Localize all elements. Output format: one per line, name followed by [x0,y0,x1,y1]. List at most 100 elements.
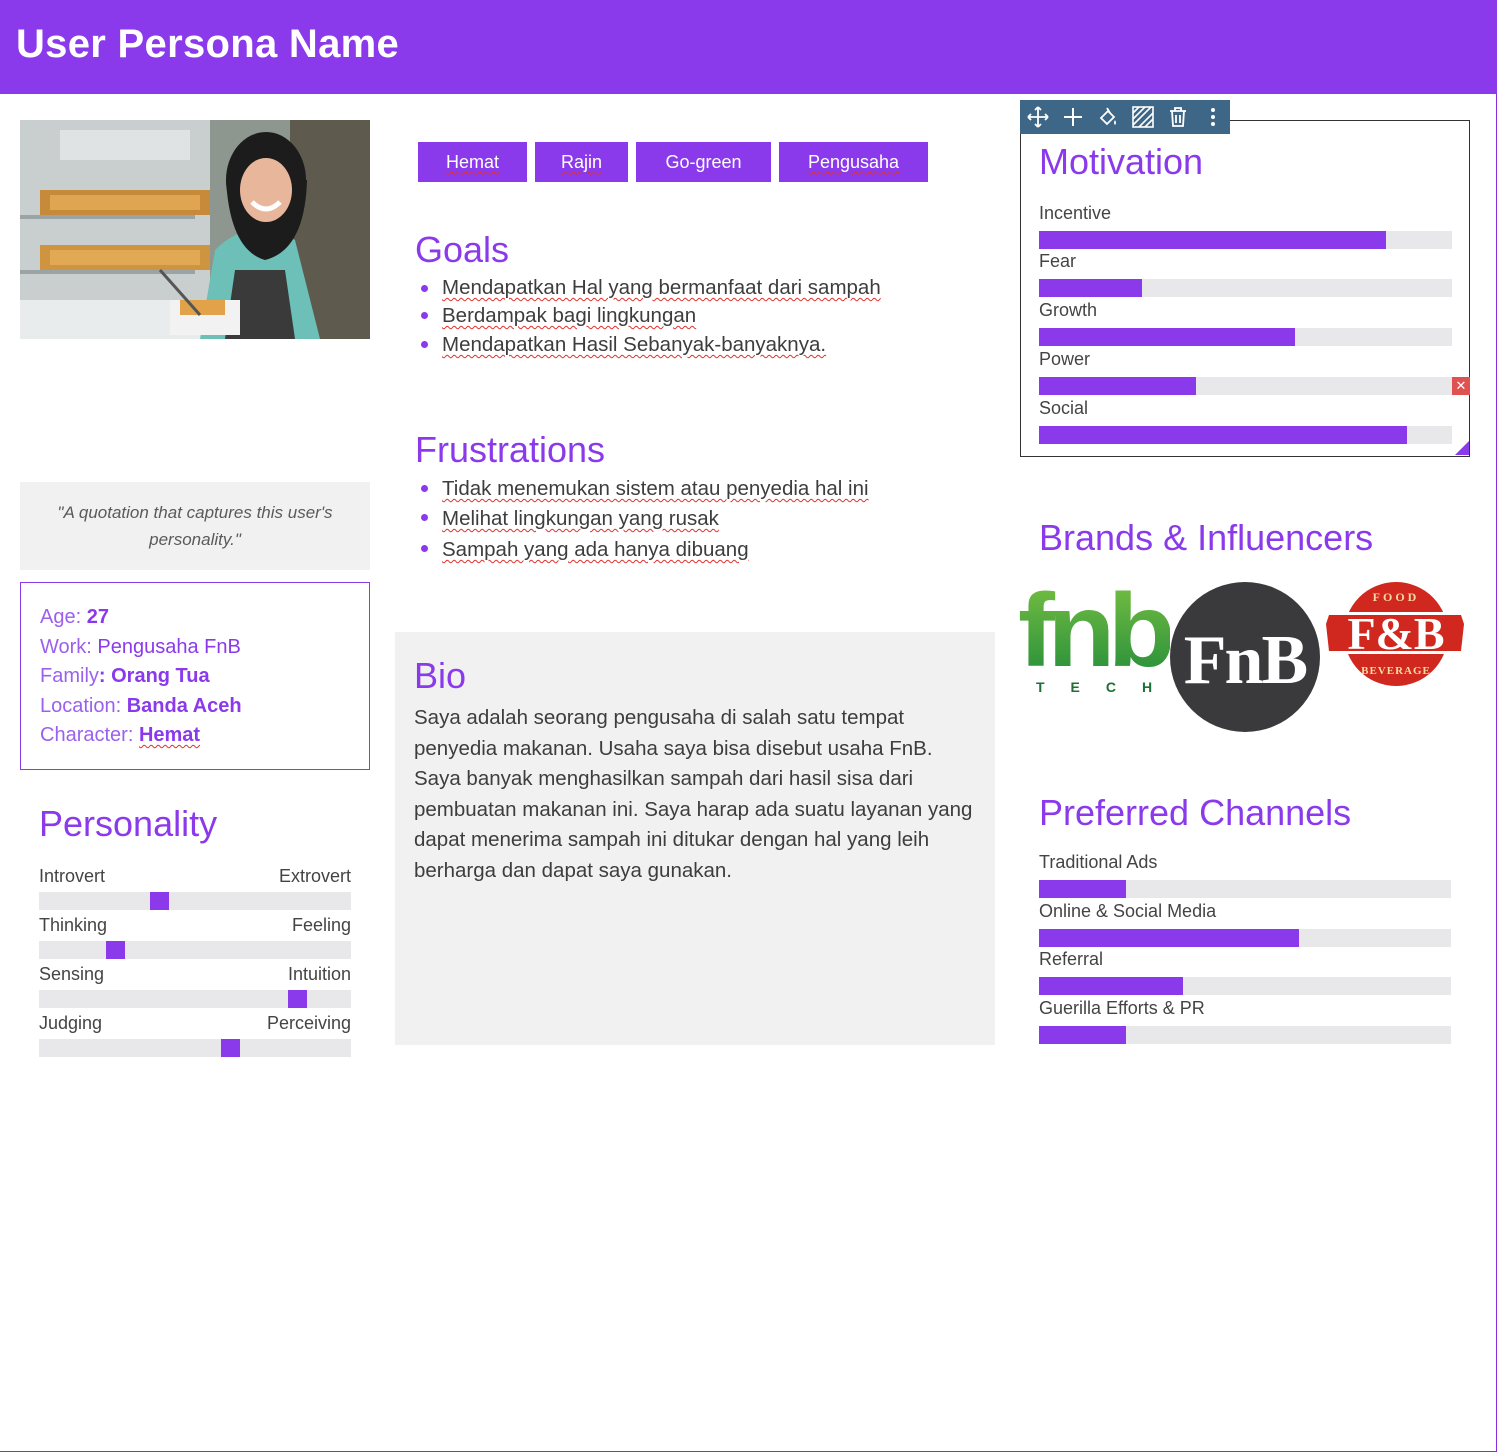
trait-slider-track[interactable] [39,941,351,959]
trait-slider-handle[interactable] [150,892,169,910]
detail-location-label: Location: [40,694,127,717]
tag-label: Pengusaha [807,151,900,172]
detail-age: Age: 27 [40,603,350,633]
goal-text: Mendapatkan Hal yang bermanfaat dari sam… [442,276,881,299]
motivation-bar-row: Power [1039,349,1452,395]
trait-slider-handle[interactable] [288,990,307,1008]
fnb-food-beverage-logo[interactable]: F&B FOOD BEVERAGE [1320,582,1470,687]
channel-bar-label: Referral [1039,949,1104,969]
bio-title: Bio [414,655,467,696]
motivation-bar-track[interactable] [1039,328,1452,346]
bio-panel[interactable]: Bio Saya adalah seorang pengusaha di sal… [395,632,995,1045]
add-icon[interactable] [1055,100,1090,134]
list-item: Sampah yang ada hanya dibuang [415,534,869,566]
motivation-bar-row: Social [1039,398,1452,444]
trait-slider-track[interactable] [39,892,351,910]
persona-details-box[interactable]: Age: 27 Work: Pengusaha FnB Family: Oran… [20,582,370,770]
motivation-bar-fill [1039,231,1386,249]
detail-work-value: Pengusaha FnB [97,635,241,658]
fnb-tech-logo-sub: TECH [1036,679,1170,695]
trait-left-label: Thinking [39,915,108,935]
frustrations-list[interactable]: Tidak menemukan sistem atau penyedia hal… [415,474,869,566]
more-icon[interactable] [1195,100,1230,134]
fnb-food-beverage-logo-graphic: F&B FOOD BEVERAGE [1322,582,1468,686]
channel-bar-track[interactable] [1039,880,1451,898]
goal-text: Berdampak bagi lingkungan [442,304,697,327]
channel-bar-track[interactable] [1039,929,1451,947]
fnb-tech-logo[interactable]: fnb TECH [1018,573,1179,696]
motivation-title[interactable]: Motivation [1039,141,1203,183]
trait-left-label: Sensing [39,964,105,984]
motivation-bar-label: Power [1039,349,1091,369]
motivation-bar-label: Social [1039,398,1089,418]
motivation-bar-track[interactable] [1039,279,1452,297]
channel-bar-row: Referral [1039,949,1451,995]
persona-name-title[interactable]: User Persona Name [16,22,399,67]
goals-title[interactable]: Goals [415,229,509,271]
trait-right-label: Feeling [291,915,351,935]
tag-rajin[interactable]: Rajin [535,142,628,182]
fnb-food-beverage-logo-bottom: BEVERAGE [1361,665,1431,677]
fnb-food-beverage-logo-text: F&B [1347,608,1444,659]
pattern-icon[interactable] [1125,100,1160,134]
frustration-text: Tidak menemukan sistem atau penyedia hal… [442,477,869,500]
motivation-bar-fill [1039,426,1407,444]
header-bar: User Persona Name [0,0,1497,94]
list-item: Berdampak bagi lingkungan [415,301,881,330]
motivation-bar-label: Fear [1039,251,1077,271]
channels-title[interactable]: Preferred Channels [1039,792,1351,834]
trait-slider-handle[interactable] [106,941,125,959]
personality-title[interactable]: Personality [39,803,217,845]
tag-hemat[interactable]: Hemat [418,142,527,182]
list-item: Mendapatkan Hal yang bermanfaat dari sam… [415,274,881,301]
personality-trait-row: Thinking Feeling [39,915,351,959]
personality-trait-row: Sensing Intuition [39,964,351,1008]
fnb-tech-logo-graphic: fnb TECH [1018,573,1179,695]
fnb-tech-logo-mark: fnb [1018,578,1170,689]
frustration-text: Sampah yang ada hanya dibuang [442,538,749,561]
motivation-bar-row: Growth [1039,300,1452,346]
motivation-bar-track[interactable] [1039,377,1452,395]
tag-go-green[interactable]: Go-green [636,142,771,182]
detail-work-label: Work: [40,635,98,658]
motivation-bar-track[interactable] [1039,426,1452,444]
fill-icon[interactable] [1090,100,1125,134]
motivation-bar-fill [1039,328,1296,346]
trait-left-label: Introvert [39,866,106,886]
channel-bar-fill [1039,880,1126,898]
channel-bar-row: Online & Social Media [1039,901,1451,947]
channel-bar-track[interactable] [1039,977,1451,995]
trash-icon[interactable] [1160,100,1195,134]
tag-label: Rajin [560,151,603,172]
channel-bar-label: Traditional Ads [1039,852,1158,872]
motivation-bar-label: Incentive [1039,203,1112,223]
channel-bar-row: Guerilla Efforts & PR [1039,998,1451,1044]
bio-text[interactable]: Saya adalah seorang pengusaha di salah s… [414,703,984,887]
motivation-bar-fill [1039,377,1196,395]
trait-right-label: Extrovert [278,866,351,886]
persona-photo[interactable] [20,120,370,339]
fnb-circle-logo-text: FnB [1184,622,1307,699]
trait-left-label: Judging [39,1013,103,1033]
channel-bar-track[interactable] [1039,1026,1451,1044]
brands-title[interactable]: Brands & Influencers [1039,517,1373,559]
resize-handle[interactable] [1455,441,1469,455]
motivation-bar-fill [1039,279,1143,297]
tag-pengusaha[interactable]: Pengusaha [779,142,928,182]
motivation-bar-track[interactable] [1039,231,1452,249]
tag-label: Go-green [665,151,742,172]
persona-quote[interactable]: "A quotation that captures this user's p… [20,482,370,570]
personality-trait-row: Judging Perceiving [39,1013,351,1057]
trait-slider-track[interactable] [39,1039,351,1057]
personality-trait-row: Introvert Extrovert [39,866,351,910]
close-icon[interactable]: ✕ [1452,377,1470,395]
move-icon[interactable] [1020,100,1055,134]
frustrations-title[interactable]: Frustrations [415,429,605,471]
goals-list[interactable]: Mendapatkan Hal yang bermanfaat dari sam… [415,274,881,360]
fnb-circle-logo[interactable]: FnB [1169,581,1321,733]
fnb-food-beverage-logo-top: FOOD [1373,590,1420,604]
trait-slider-handle[interactable] [221,1039,240,1057]
trait-slider-track[interactable] [39,990,351,1008]
channel-bar-row: Traditional Ads [1039,852,1451,898]
detail-location-value: Banda Aceh [126,694,242,717]
